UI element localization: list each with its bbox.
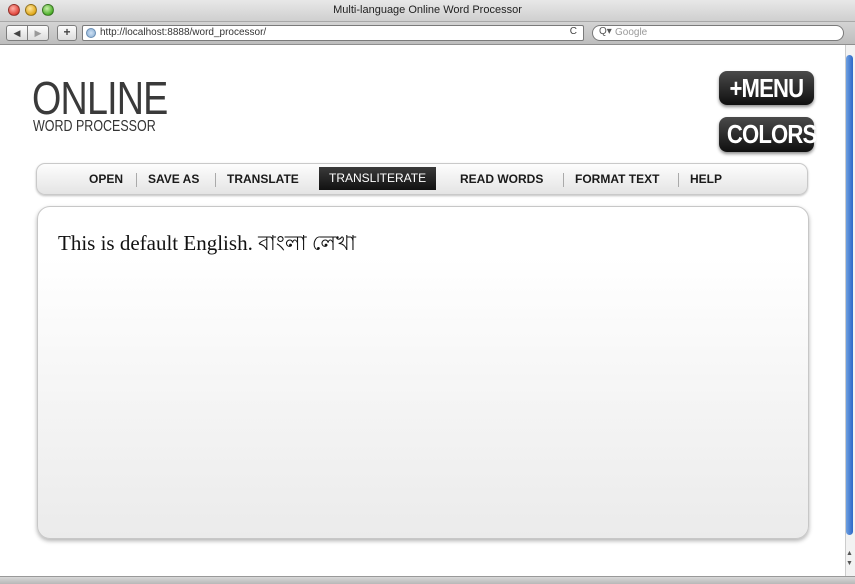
window-titlebar: Multi-language Online Word Processor [0,0,855,22]
back-button[interactable]: ◀ [6,25,28,41]
plus-icon: + [63,25,71,39]
editor-text[interactable]: This is default English. বাংলা লেখা [58,227,356,262]
colors-button-label: COLORS [726,119,817,149]
menu-button-label: +MENU [729,73,805,103]
document-editor[interactable]: This is default English. বাংলা লেখা [37,206,809,539]
menu-item-help[interactable]: HELP [690,164,722,194]
menu-item-open[interactable]: OPEN [89,164,123,194]
search-field[interactable]: Q▾ Google [592,25,844,41]
browser-status-bar [0,576,855,584]
menu-item-format-text[interactable]: FORMAT TEXT [575,164,659,194]
menu-item-read-words[interactable]: READ WORDS [460,164,543,194]
menu-separator [678,173,679,187]
menu-item-transliterate[interactable]: TRANSLITERATE [319,167,437,190]
add-bookmark-button[interactable]: + [57,25,77,41]
forward-button[interactable]: ▶ [27,25,49,41]
menu-item-save-as[interactable]: SAVE AS [148,164,199,194]
page-content: ONLINE WORD PROCESSOR +MENU COLORS OPEN … [0,45,845,576]
search-icon[interactable]: Q▾ [599,26,612,37]
reload-icon[interactable]: C [570,26,577,37]
window-title: Multi-language Online Word Processor [333,4,522,16]
menu-item-translate[interactable]: TRANSLATE [227,164,299,194]
menu-separator [136,173,137,187]
main-menu-bar: OPEN SAVE AS TRANSLATE TRANSLITERATE REA… [36,163,808,195]
back-arrow-icon: ◀ [13,28,21,38]
menu-button[interactable]: +MENU [719,71,814,105]
search-placeholder: Google [615,27,648,38]
menu-separator [563,173,564,187]
scroll-down-arrow-icon[interactable]: ▼ [846,560,853,567]
globe-icon [86,28,96,38]
scrollbar-thumb[interactable] [846,55,853,535]
menu-separator [215,173,216,187]
logo-online: ONLINE [32,72,168,124]
logo-word-processor: WORD PROCESSOR [33,118,156,135]
forward-arrow-icon: ▶ [34,28,42,38]
scroll-up-arrow-icon[interactable]: ▲ [846,550,853,557]
address-bar[interactable]: http://localhost:8888/word_processor/ C [82,25,584,41]
url-text: http://localhost:8888/word_processor/ [100,27,267,38]
browser-toolbar: ◀ ▶ + http://localhost:8888/word_process… [0,22,855,45]
colors-button[interactable]: COLORS [719,117,817,152]
